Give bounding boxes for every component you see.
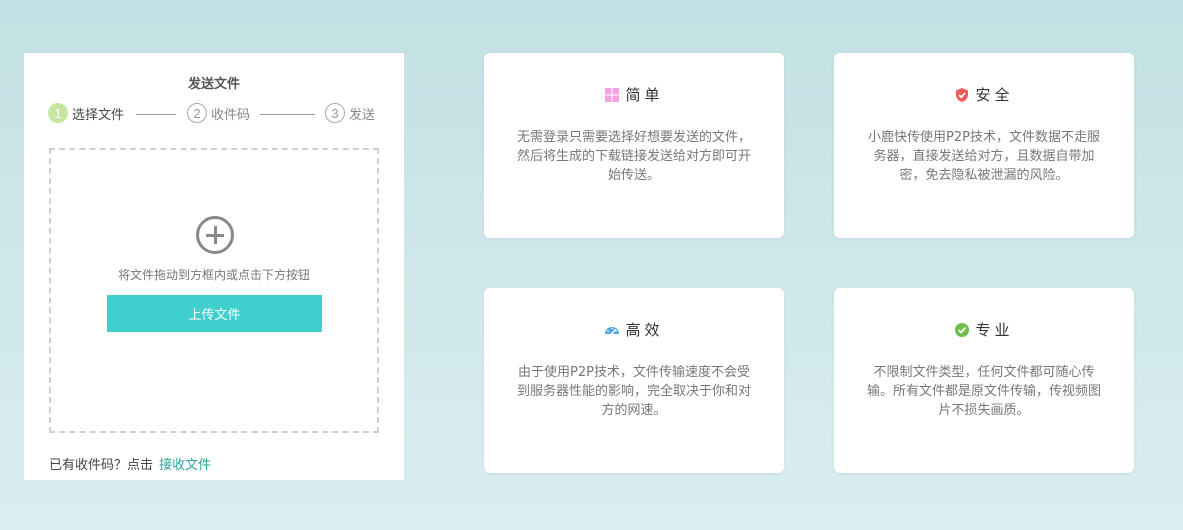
card-header: 简单 [484,84,784,105]
file-drop-zone[interactable]: 将文件拖动到方框内或点击下方按钮 上传文件 [49,148,379,433]
upload-panel: 发送文件 1 选择文件 2 收件码 3 发送 将文件拖动到方框内或点击下方按钮 … [24,53,404,480]
windows-grid-icon [604,87,620,103]
step-divider [136,114,176,115]
step-number: 3 [325,103,345,123]
feature-card-secure: 安全 小鹿快传使用P2P技术，文件数据不走服务器，直接发送给对方，且数据自带加密… [834,53,1134,238]
card-description: 由于使用P2P技术，文件传输速度不会受到服务器性能的影响，完全取决于你和对方的网… [516,365,751,418]
shield-icon [954,87,970,103]
card-title: 简单 [625,86,664,104]
card-header: 安全 [834,84,1134,105]
feature-card-professional: 专业 不限制文件类型，任何文件都可随心传输。所有文件都是原文件传输，传视频图片不… [834,288,1134,473]
step-divider [260,114,315,115]
receive-prefix: 已有收件码？点击 [49,458,154,473]
card-title: 安全 [975,86,1014,104]
plus-circle-icon[interactable] [196,216,234,254]
step-label: 发送 [349,107,376,123]
step-label: 收件码 [211,107,251,123]
card-header: 专业 [834,319,1134,340]
upload-file-button[interactable]: 上传文件 [107,295,322,332]
receive-file-link[interactable]: 接收文件 [159,458,211,473]
card-description: 不限制文件类型，任何文件都可随心传输。所有文件都是原文件传输，传视频图片不损失画… [866,365,1101,418]
feature-card-efficient: 高效 由于使用P2P技术，文件传输速度不会受到服务器性能的影响，完全取决于你和对… [484,288,784,473]
step-label: 选择文件 [72,107,125,123]
card-title: 高效 [625,321,664,339]
step-number: 1 [48,103,68,123]
drop-hint: 将文件拖动到方框内或点击下方按钮 [117,268,310,282]
step-number: 2 [187,103,207,123]
feature-card-simple: 简单 无需登录只需要选择好想要发送的文件，然后将生成的下载链接发送给对方即可开始… [484,53,784,238]
receive-row: 已有收件码？点击 接收文件 [49,454,211,473]
step-send: 3 发送 [325,103,375,123]
card-description: 小鹿快传使用P2P技术，文件数据不走服务器，直接发送给对方，且数据自带加密，免去… [868,130,1100,183]
check-circle-icon [954,322,970,338]
card-title: 专业 [975,321,1014,339]
card-description: 无需登录只需要选择好想要发送的文件，然后将生成的下载链接发送给对方即可开始传送。 [516,130,751,183]
panel-title: 发送文件 [187,77,240,92]
card-header: 高效 [484,319,784,340]
step-code: 2 收件码 [187,103,250,123]
speedometer-icon [604,322,620,338]
step-select-file: 1 选择文件 [48,103,124,123]
step-indicator: 1 选择文件 2 收件码 3 发送 [48,103,380,127]
